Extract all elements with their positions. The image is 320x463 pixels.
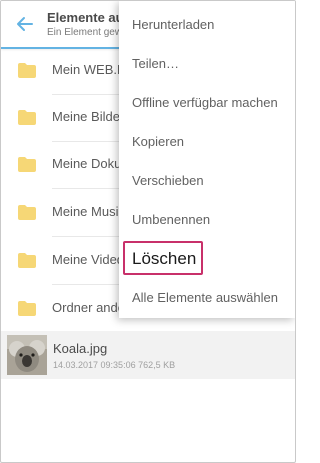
menu-item-loeschen[interactable]: Löschen [123,241,203,275]
selected-file-row[interactable]: Koala.jpg 14.03.2017 09:35:06 762,5 KB [1,331,295,379]
folder-icon [18,253,36,268]
folder-label: Meine Vided [52,252,125,267]
koala-thumbnail [7,335,47,375]
folder-label: Mein WEB.D [52,62,127,77]
folder-icon [18,301,36,316]
folder-icon [18,205,36,220]
folder-label: Meine Bilde [52,109,120,124]
context-menu: Herunterladen Teilen… Offline verfügbar … [119,1,295,318]
folder-label: Meine Musi [52,204,119,219]
app-window: Elemente au Ein Element gew Mein WEB.D M… [0,0,296,463]
menu-item-verschieben[interactable]: Verschieben [132,173,204,188]
folder-label: Ordner ande [52,300,125,315]
menu-item-umbenennen[interactable]: Umbenennen [132,212,210,227]
menu-item-herunterladen[interactable]: Herunterladen [132,17,214,32]
menu-item-alle-auswaehlen[interactable]: Alle Elemente auswählen [132,290,278,305]
folder-label: Meine Doku [52,156,122,171]
folder-icon [18,63,36,78]
menu-item-kopieren[interactable]: Kopieren [132,134,184,149]
menu-item-offline[interactable]: Offline verfügbar machen [132,95,278,110]
folder-icon [18,110,36,125]
file-meta: 14.03.2017 09:35:06 762,5 KB [53,360,176,370]
file-name: Koala.jpg [53,341,108,356]
folder-icon [18,157,36,172]
arrow-back-icon[interactable] [15,14,35,34]
menu-item-teilen[interactable]: Teilen… [132,56,179,71]
